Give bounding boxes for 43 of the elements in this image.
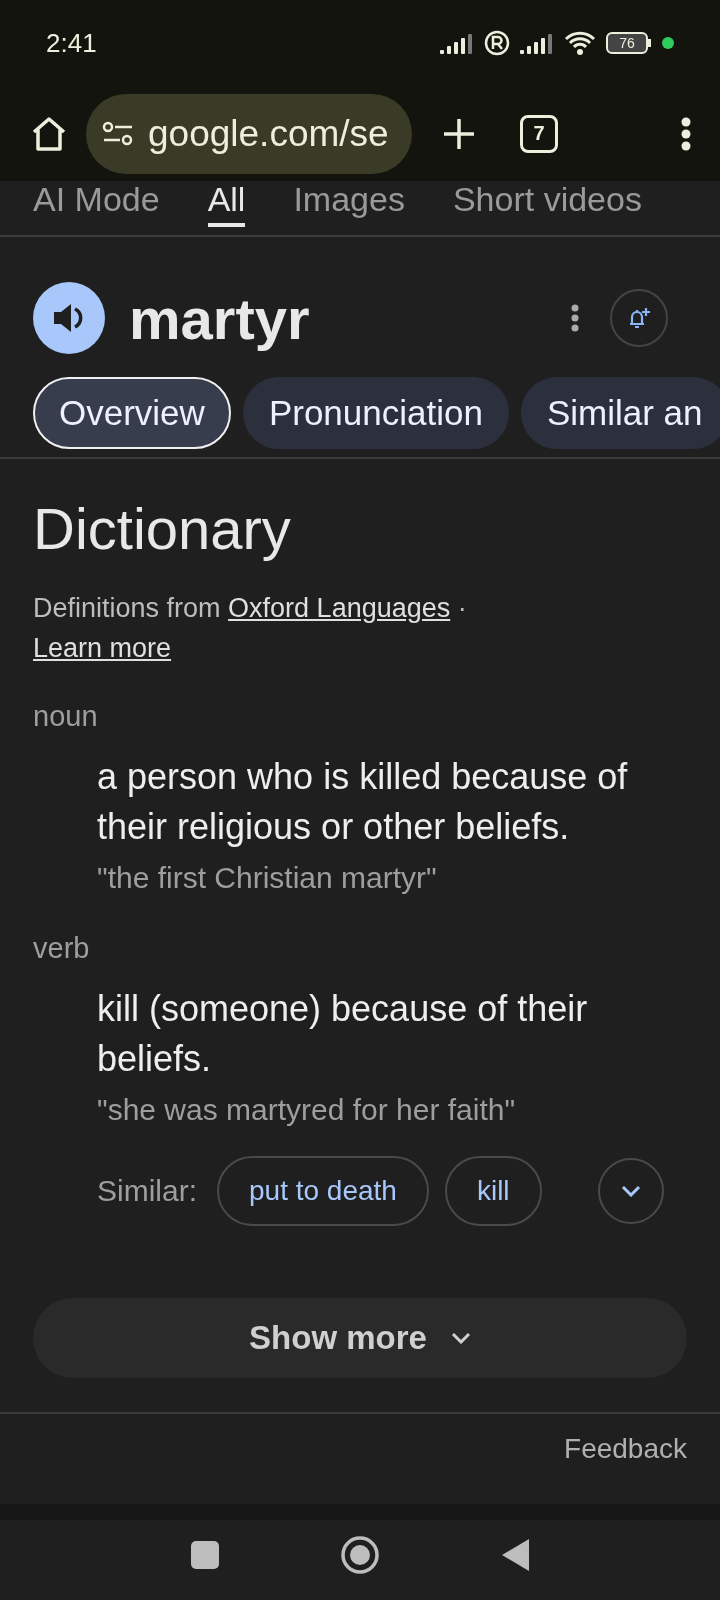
learn-more-link[interactable]: Learn more: [33, 633, 172, 663]
clock-time: 2:41: [46, 27, 98, 59]
part-of-speech: noun: [33, 699, 99, 734]
search-tab[interactable]: AI Mode: [33, 181, 160, 227]
section-chip[interactable]: Similar an: [520, 377, 720, 449]
chevron-down-icon: [620, 1185, 641, 1197]
example-text: "the first Christian martyr": [97, 860, 438, 896]
registered-icon: [484, 30, 510, 56]
show-more-button[interactable]: Show more: [33, 1298, 687, 1378]
source-note: Definitions from Oxford Languages · Learn more: [33, 592, 468, 665]
battery-level: 76: [619, 35, 635, 51]
address-bar[interactable]: google.com/se: [86, 93, 412, 174]
alert-button[interactable]: [610, 289, 668, 347]
section-title: Dictionary: [33, 495, 292, 562]
definition-text: a person who is killed because of their religious or other beliefs.: [97, 755, 629, 849]
dictionary-word: martyr: [129, 284, 311, 352]
recents-icon[interactable]: [190, 1540, 220, 1570]
synonym-chip[interactable]: put to death: [217, 1156, 429, 1226]
tab-switcher-button[interactable]: 7: [520, 114, 558, 153]
chevron-down-icon: [450, 1332, 471, 1344]
source-link[interactable]: Oxford Languages: [228, 593, 451, 623]
home-icon[interactable]: [30, 115, 68, 152]
back-icon[interactable]: [500, 1538, 530, 1572]
example-text: "she was martyred for her faith": [97, 1092, 517, 1128]
more-options-icon[interactable]: [680, 115, 692, 152]
feedback-link[interactable]: Feedback: [564, 1433, 687, 1465]
site-settings-icon[interactable]: [102, 120, 134, 147]
part-of-speech: verb: [33, 931, 91, 966]
more-options-icon[interactable]: [570, 303, 580, 333]
similar-label: Similar:: [97, 1174, 197, 1208]
home-icon[interactable]: [340, 1535, 380, 1575]
signal-icon: [440, 32, 474, 54]
signal-icon: [520, 32, 554, 54]
definition-text: kill (someone) because of their beliefs.: [97, 987, 589, 1081]
wifi-icon: [564, 30, 596, 56]
section-chip[interactable]: Overview: [33, 377, 231, 449]
section-chip[interactable]: Pronunciation: [242, 377, 509, 449]
search-tab[interactable]: Images: [293, 181, 405, 227]
status-dot-icon: [662, 37, 674, 49]
search-tab[interactable]: Short videos: [452, 181, 642, 227]
new-tab-icon[interactable]: [442, 116, 476, 151]
search-tab[interactable]: All: [207, 181, 246, 227]
synonym-chip[interactable]: kill: [444, 1156, 542, 1226]
